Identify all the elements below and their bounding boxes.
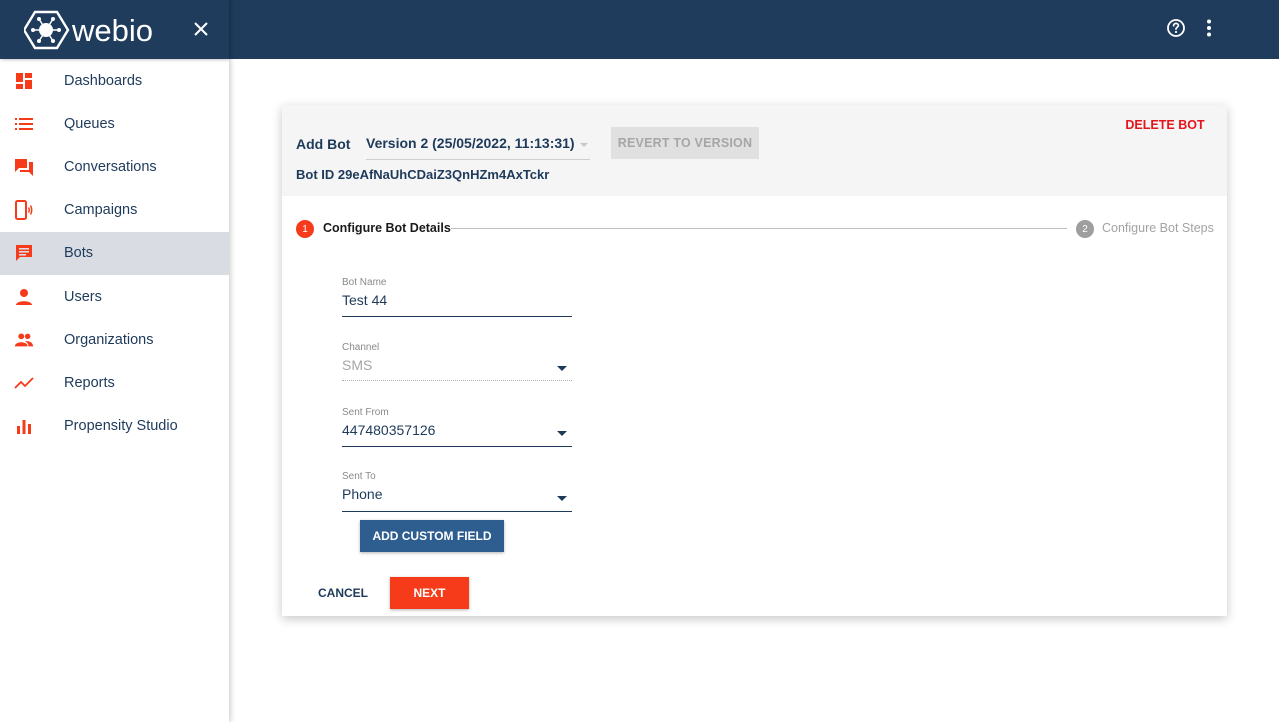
list-icon — [14, 114, 34, 134]
sidebar-item-bots[interactable]: Bots — [0, 231, 229, 275]
channel-value: SMS — [342, 357, 373, 373]
card-title: Add Bot — [296, 136, 351, 152]
sidebar-item-label: Reports — [64, 374, 115, 391]
forum-icon — [14, 157, 34, 177]
dashboard-icon — [14, 71, 34, 91]
channel-label: Channel — [342, 342, 380, 353]
version-select-value: Version 2 (25/05/2022, 11:13:31) — [366, 135, 575, 151]
sidebar-item-label: Users — [64, 288, 102, 305]
phone-broadcast-icon — [14, 200, 34, 221]
sidebar-item-label: Bots — [64, 245, 94, 262]
version-select[interactable]: Version 2 (25/05/2022, 11:13:31) — [366, 129, 590, 160]
field-underline — [342, 446, 572, 447]
step-1-label[interactable]: Configure Bot Details — [323, 221, 451, 235]
sidebar-item-reports[interactable]: Reports — [0, 361, 229, 404]
sidebar-item-label: Campaigns — [64, 202, 138, 219]
sent-to-value[interactable]: Phone — [342, 486, 382, 502]
sent-to-label: Sent To — [342, 471, 376, 482]
sidebar-item-label: Queues — [64, 115, 115, 132]
bar-chart-icon — [14, 416, 34, 436]
bot-name-input[interactable]: Test 44 — [342, 292, 387, 308]
help-icon[interactable] — [1166, 18, 1186, 38]
bot-editor-card: Add Bot Version 2 (25/05/2022, 11:13:31)… — [282, 105, 1227, 616]
field-underline — [342, 380, 572, 381]
step-2-label[interactable]: Configure Bot Steps — [1102, 221, 1214, 235]
sent-from-select[interactable]: Sent From 447480357126 — [342, 407, 572, 449]
sidebar-item-label: Dashboards — [64, 72, 143, 89]
sent-to-select[interactable]: Sent To Phone — [342, 471, 572, 513]
step-1-indicator: 1 — [296, 220, 314, 238]
chevron-down-icon — [557, 366, 567, 371]
sidebar-item-campaigns[interactable]: Campaigns — [0, 189, 229, 232]
revert-to-version-button[interactable]: REVERT TO VERSION — [611, 127, 759, 159]
logo-header: webio — [0, 0, 229, 59]
chat-bubble-icon — [14, 243, 34, 263]
sent-from-label: Sent From — [342, 407, 389, 418]
more-vertical-icon[interactable] — [1200, 18, 1218, 38]
field-underline — [342, 511, 572, 512]
stepper-connector — [451, 228, 1067, 229]
sidebar-item-organizations[interactable]: Organizations — [0, 318, 229, 361]
sidebar-item-label: Organizations — [64, 331, 154, 348]
sidebar-item-queues[interactable]: Queues — [0, 102, 229, 145]
cancel-button[interactable]: CANCEL — [308, 577, 378, 609]
bot-id: Bot ID 29eAfNaUhCDaiZ3QnHZm4AxTckr — [296, 167, 550, 182]
trending-up-icon — [14, 373, 34, 393]
step-2-indicator: 2 — [1076, 220, 1094, 238]
close-icon[interactable] — [190, 18, 212, 40]
sidebar-item-conversations[interactable]: Conversations — [0, 145, 229, 188]
chevron-down-icon — [580, 143, 588, 147]
sidebar-item-users[interactable]: Users — [0, 275, 229, 318]
channel-select: Channel SMS — [342, 342, 572, 384]
group-icon — [14, 330, 34, 350]
sidebar-nav: Dashboards Queues Conversations Campaign… — [0, 59, 229, 722]
next-button[interactable]: NEXT — [390, 577, 469, 609]
field-underline — [342, 316, 572, 317]
bot-name-field[interactable]: Bot Name Test 44 — [342, 277, 572, 319]
delete-bot-button[interactable]: DELETE BOT — [1114, 118, 1216, 134]
sidebar-item-label: Propensity Studio — [64, 418, 178, 435]
bot-name-label: Bot Name — [342, 277, 387, 288]
sidebar-item-propensity-studio[interactable]: Propensity Studio — [0, 405, 229, 448]
sent-from-value[interactable]: 447480357126 — [342, 422, 435, 438]
chevron-down-icon[interactable] — [557, 431, 567, 436]
person-icon — [14, 287, 34, 307]
card-header: Add Bot Version 2 (25/05/2022, 11:13:31)… — [282, 105, 1227, 196]
sidebar-item-label: Conversations — [64, 158, 157, 175]
webio-logo: webio — [24, 10, 153, 50]
add-custom-field-button[interactable]: ADD CUSTOM FIELD — [360, 520, 504, 552]
logo-text: webio — [71, 13, 153, 48]
chevron-down-icon[interactable] — [557, 496, 567, 501]
sidebar-item-dashboards[interactable]: Dashboards — [0, 59, 229, 102]
